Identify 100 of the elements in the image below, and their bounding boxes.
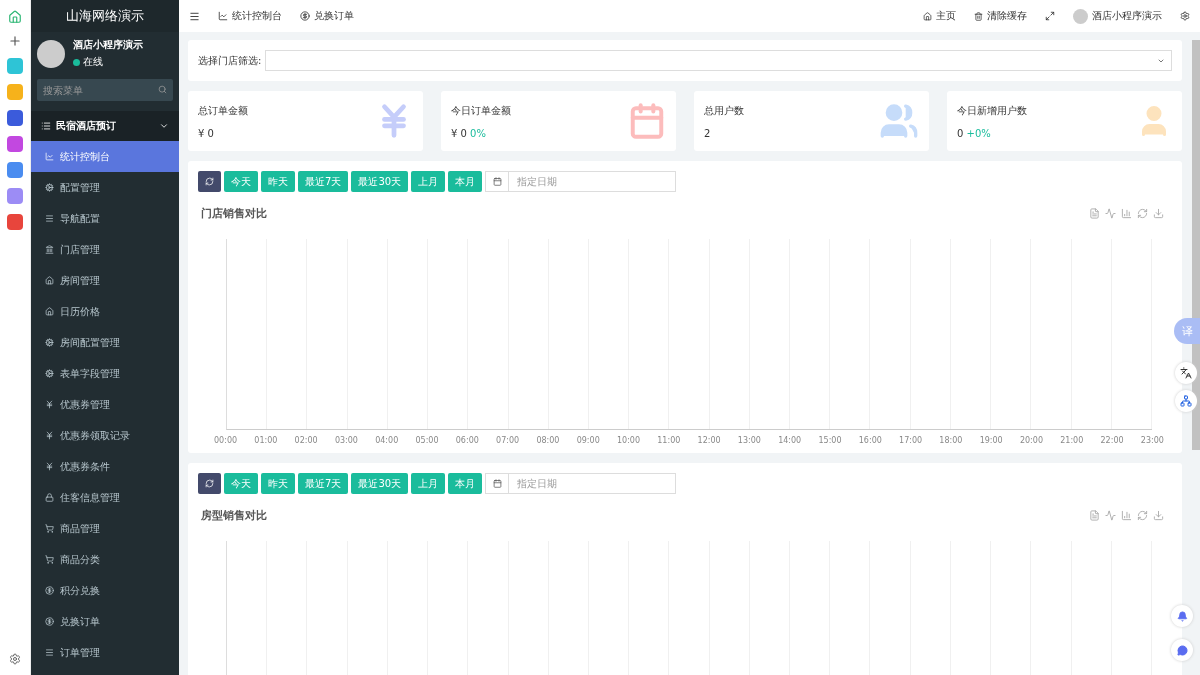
app-icon[interactable]	[7, 214, 23, 230]
app-icon[interactable]	[7, 136, 23, 152]
top-tab[interactable]: 统计控制台	[218, 9, 282, 23]
axis-label: 05:00	[415, 436, 439, 445]
yen-icon	[45, 400, 54, 409]
menu-item[interactable]: 兑换订单	[31, 606, 179, 637]
menu-item[interactable]: 订单管理	[31, 637, 179, 668]
menu-item[interactable]: 积分兑换	[31, 575, 179, 606]
user-name: 酒店小程序演示	[73, 38, 143, 52]
line-chart-icon[interactable]	[1105, 208, 1116, 219]
clear-cache-link[interactable]: 清除缓存	[974, 9, 1027, 23]
menu-item[interactable]: 商品管理	[31, 513, 179, 544]
axis-label: 02:00	[294, 436, 318, 445]
axis-label: 16:00	[858, 436, 882, 445]
gear-icon	[45, 183, 54, 192]
download-icon[interactable]	[1153, 510, 1164, 521]
stat-value: 2	[704, 127, 712, 139]
bell-icon	[1176, 610, 1188, 622]
axis-label: 17:00	[899, 436, 923, 445]
fullscreen-icon[interactable]	[1045, 11, 1055, 21]
axis-label: 03:00	[334, 436, 358, 445]
calendar-icon	[628, 102, 666, 140]
menu-item[interactable]: 导航配置	[31, 203, 179, 234]
restore-icon[interactable]	[1137, 510, 1148, 521]
axis-label: 22:00	[1100, 436, 1124, 445]
menu-item[interactable]: 商品分类	[31, 544, 179, 575]
chat-icon	[1176, 644, 1188, 656]
data-view-icon[interactable]	[1089, 510, 1100, 521]
menu-item[interactable]: 表单字段管理	[31, 358, 179, 389]
menu-item[interactable]: 优惠券条件	[31, 451, 179, 482]
axis-label: 20:00	[1019, 436, 1043, 445]
menu-item[interactable]: 门店管理	[31, 234, 179, 265]
translate-icon	[1180, 367, 1192, 379]
refresh-icon	[205, 177, 214, 186]
axis-label: 13:00	[737, 436, 761, 445]
chat-button[interactable]	[1171, 639, 1193, 661]
axis-label: 19:00	[979, 436, 1003, 445]
chart-title: 房型销售对比	[201, 508, 267, 523]
yen-icon	[45, 462, 54, 471]
line-chart-icon	[218, 11, 228, 21]
store-select[interactable]	[265, 50, 1172, 71]
menu-item[interactable]: 日历价格	[31, 296, 179, 327]
axis-label: 11:00	[657, 436, 681, 445]
bar-chart-icon[interactable]	[1121, 208, 1132, 219]
app-icon[interactable]	[7, 58, 23, 74]
filter-label: 选择门店筛选:	[198, 53, 262, 68]
menu-item[interactable]: 房间管理	[31, 265, 179, 296]
stat-title: 今日订单金额	[451, 103, 511, 118]
cart-icon	[45, 555, 54, 564]
yen-icon	[45, 431, 54, 440]
menu-item[interactable]: 优惠券管理	[31, 389, 179, 420]
date-field[interactable]: 指定日期	[508, 171, 677, 192]
app-icon[interactable]	[7, 162, 23, 178]
settings-icon[interactable]	[9, 653, 21, 665]
menu-item[interactable]: 统计控制台	[31, 141, 179, 172]
axis-label: 04:00	[375, 436, 399, 445]
axis-label: 10:00	[616, 436, 641, 445]
settings-icon[interactable]	[1180, 11, 1190, 21]
house-icon	[923, 11, 932, 21]
app-icon[interactable]	[7, 110, 23, 126]
menu-search-field[interactable]: 搜索菜单	[37, 79, 173, 101]
bar-chart-icon[interactable]	[1121, 510, 1132, 521]
download-icon[interactable]	[1153, 208, 1164, 219]
menu-item[interactable]: 住客信息管理	[31, 482, 179, 513]
menu-group[interactable]: 民宿酒店预订	[31, 111, 179, 141]
trash-icon	[974, 11, 983, 21]
date-field[interactable]: 指定日期	[508, 473, 677, 494]
home-link[interactable]: 主页	[923, 9, 956, 23]
stat-title: 总用户数	[704, 103, 744, 118]
plus-icon[interactable]	[8, 34, 22, 48]
axis-label: 06:00	[455, 436, 479, 445]
top-tab[interactable]: 兑换订单	[300, 9, 354, 23]
menu-item[interactable]: 优惠券领取记录	[31, 420, 179, 451]
list-icon	[41, 121, 51, 131]
house-icon	[45, 276, 54, 285]
coin-icon	[45, 617, 54, 626]
data-view-icon[interactable]	[1089, 208, 1100, 219]
calendar-icon	[492, 177, 502, 186]
refresh-button[interactable]	[198, 171, 221, 192]
axis-label: 09:00	[576, 436, 600, 445]
axis-label: 18:00	[939, 436, 963, 445]
app-icon[interactable]	[7, 84, 23, 100]
menu-icon	[45, 648, 54, 657]
menu-icon[interactable]	[189, 10, 200, 22]
menu-item[interactable]: 房间配置管理	[31, 327, 179, 358]
stat-value: ¥ 0 0%	[451, 127, 487, 139]
line-chart-icon	[45, 152, 54, 161]
stat-title: 今日新增用户数	[957, 103, 1027, 118]
cart-icon	[45, 524, 54, 533]
search-icon	[158, 85, 167, 94]
stat-value: ¥ 0	[198, 127, 215, 139]
bell-button[interactable]	[1171, 605, 1193, 627]
stat-value: 0 +0%	[957, 127, 992, 139]
menu-item[interactable]: 配置管理	[31, 172, 179, 203]
restore-icon[interactable]	[1137, 208, 1148, 219]
user-menu[interactable]: 酒店小程序演示	[1073, 8, 1162, 24]
home-icon[interactable]	[8, 10, 22, 24]
refresh-button[interactable]	[198, 473, 221, 494]
line-chart-icon[interactable]	[1105, 510, 1116, 521]
app-icon[interactable]	[7, 188, 23, 204]
